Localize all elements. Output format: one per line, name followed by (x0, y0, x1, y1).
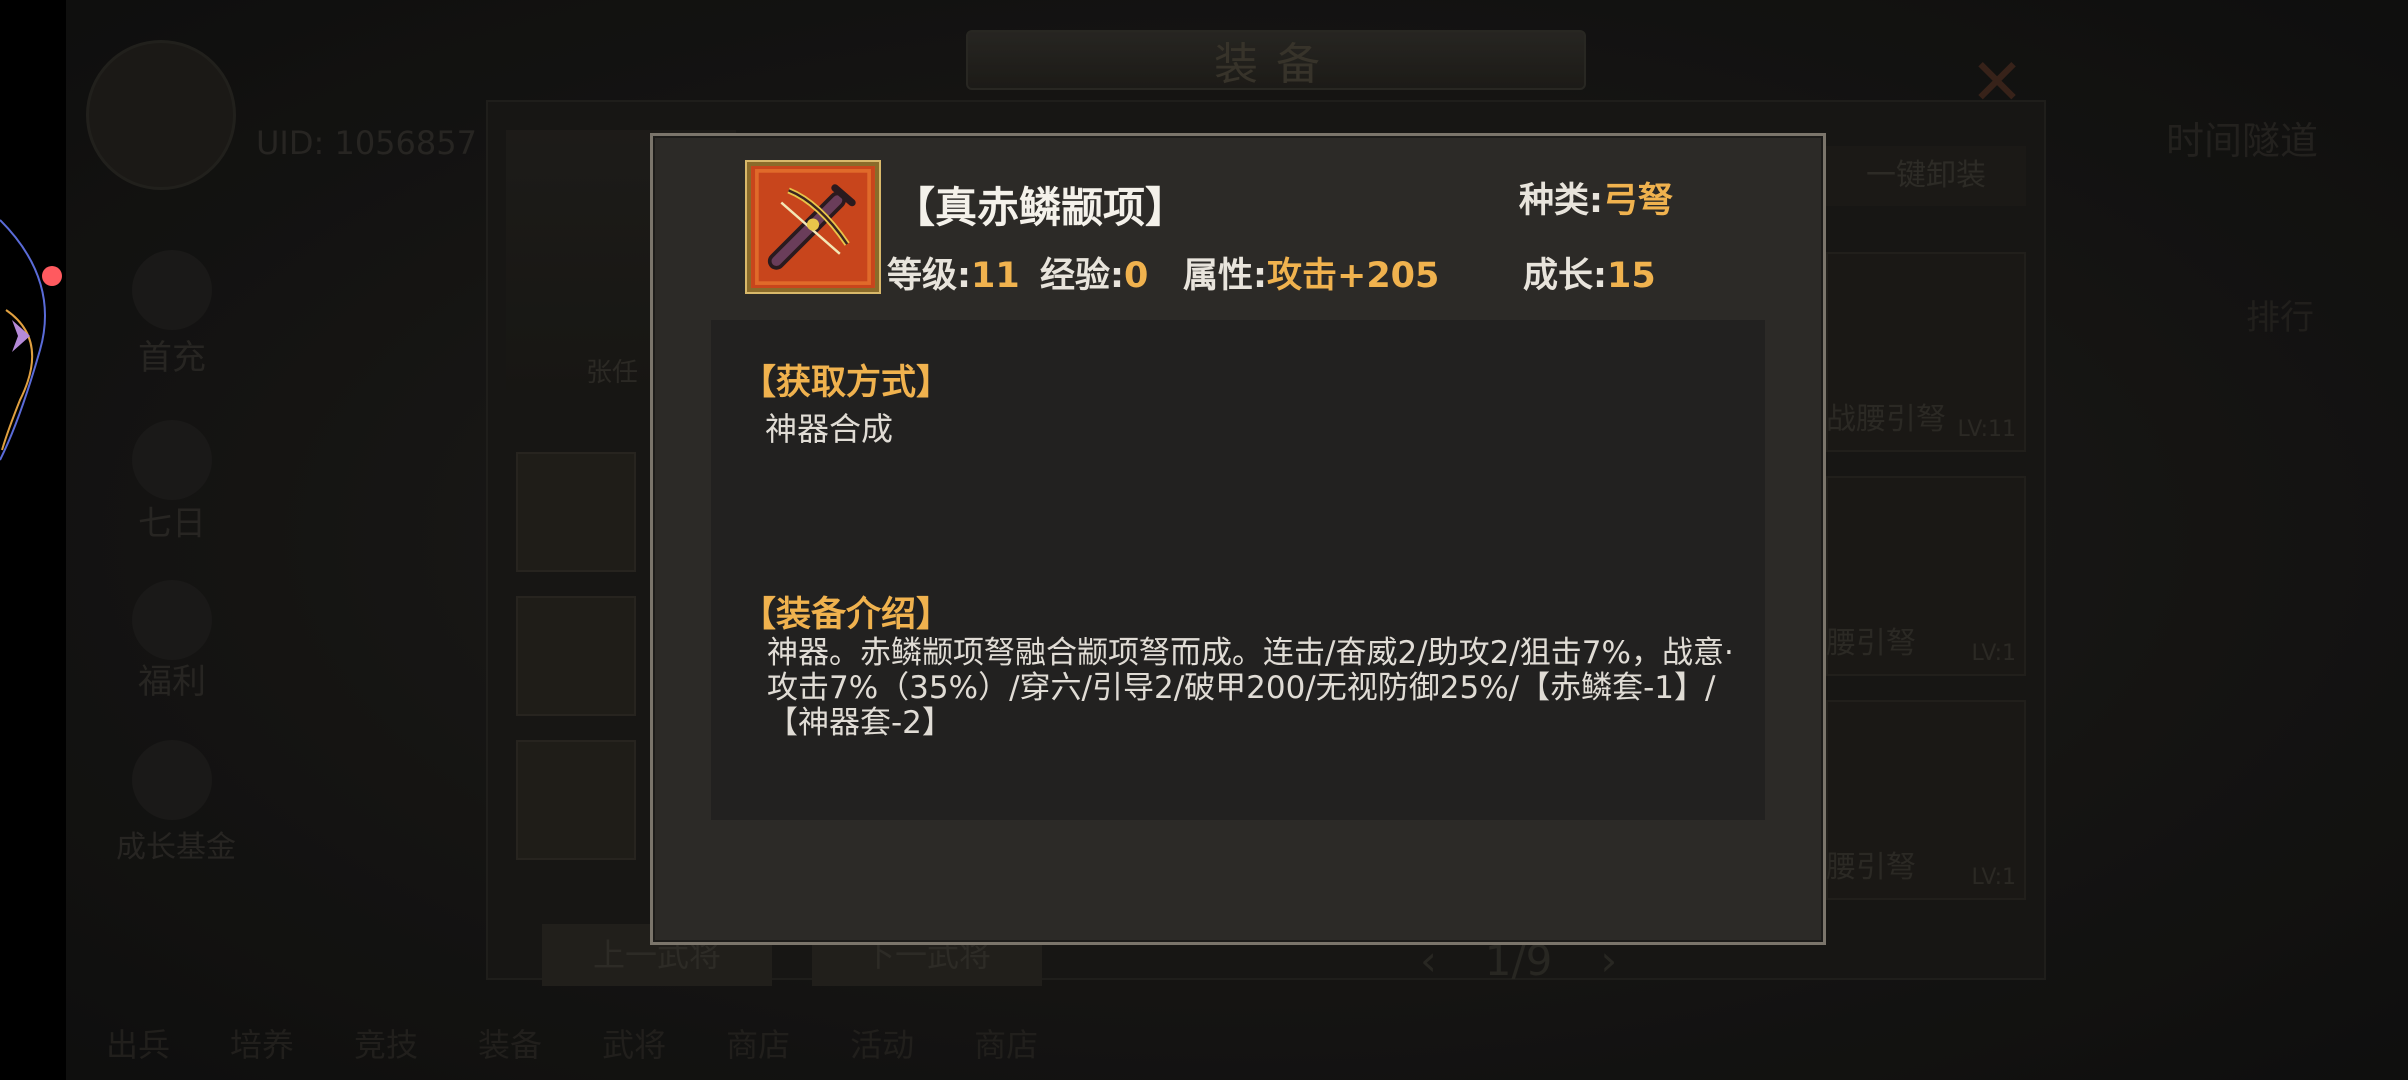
floating-ball-icon[interactable] (0, 200, 66, 480)
system-edge-strip (0, 0, 66, 1080)
type-label: 种类: (1519, 181, 1603, 221)
growth-label: 成长: (1523, 256, 1607, 296)
item-exp: 经验:0 (1040, 247, 1148, 298)
crossbow-icon (747, 162, 879, 292)
acquire-body: 神器合成 (765, 410, 894, 448)
exp-value: 0 (1124, 256, 1149, 296)
intro-title: 【装备介绍】 (741, 595, 952, 635)
notification-dot-icon (42, 266, 62, 286)
exp-label: 经验: (1040, 256, 1124, 296)
intro-body: 神器。赤鳞颛项弩融合颛项弩而成。连击/奋威2/助攻2/狙击7%，战意·攻击7%（… (767, 635, 1734, 741)
item-growth: 成长:15 (1523, 247, 1656, 298)
type-value: 弓弩 (1603, 181, 1674, 221)
item-name: 【真赤鳞颛项】 (893, 183, 1188, 232)
level-value: 11 (971, 256, 1020, 296)
item-info-box: 【获取方式】 神器合成 【装备介绍】 神器。赤鳞颛项弩融合颛项弩而成。连击/奋威… (711, 320, 1765, 820)
level-label: 等级: (887, 256, 971, 296)
item-attribute: 属性:攻击+205 (1183, 247, 1439, 298)
growth-value: 15 (1607, 256, 1656, 296)
acquire-title: 【获取方式】 (741, 363, 952, 403)
item-level: 等级:11 (887, 247, 1020, 298)
attr-value: 攻击+205 (1267, 256, 1440, 296)
item-type: 种类:弓弩 (1519, 172, 1673, 223)
item-detail-dialog: 【真赤鳞颛项】 种类:弓弩 等级:11 经验:0 属性:攻击+205 成长:15… (650, 133, 1826, 945)
attr-label: 属性: (1183, 256, 1267, 296)
